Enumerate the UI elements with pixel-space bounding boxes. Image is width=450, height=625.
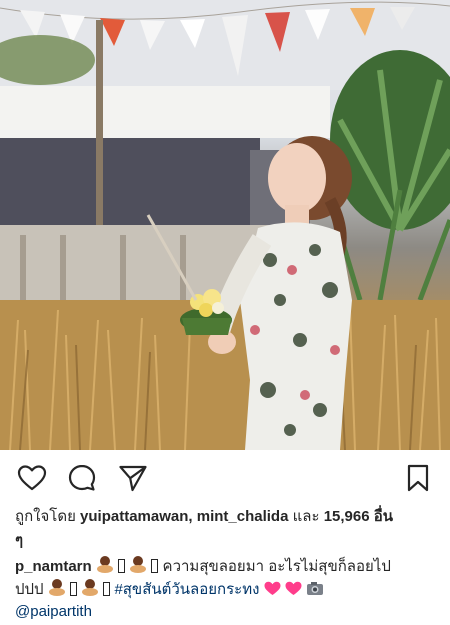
likes-summary: ถูกใจโดย yuipattamawan, mint_chalida และ… (15, 505, 440, 553)
post-caption: p_namtarn ความสุขลอยมา อะไรไม่สุขก็ลอยไป… (15, 555, 440, 623)
missing-glyph-icon (69, 582, 77, 596)
pink-heart-emoji-icon (264, 581, 281, 596)
kneeling-person-emoji-icon (48, 578, 66, 596)
heart-icon[interactable] (17, 463, 47, 493)
post-photo[interactable] (0, 0, 450, 450)
liked-by-users[interactable]: yuipattamawan, mint_chalida (80, 508, 288, 525)
missing-glyph-icon (151, 559, 159, 573)
caption-mention[interactable]: @paipartith (15, 603, 92, 620)
kneeling-person-emoji-icon (81, 578, 99, 596)
caption-text-line-2: ปปป (15, 581, 44, 598)
comment-bubble-icon[interactable] (67, 463, 97, 493)
missing-glyph-icon (118, 559, 126, 573)
likes-count[interactable]: 15,966 (324, 508, 370, 525)
paper-plane-icon[interactable] (118, 463, 148, 493)
instagram-post: ถูกใจโดย yuipattamawan, mint_chalida และ… (0, 0, 450, 625)
kneeling-person-emoji-icon (129, 555, 147, 573)
loy-krathong-photo-illustration (0, 0, 450, 450)
caption-hashtag[interactable]: #สุขสันต์วันลอยกระทง (114, 581, 259, 598)
pink-heart-emoji-icon (285, 581, 302, 596)
likes-suffix[interactable]: อื่น (374, 508, 393, 525)
kneeling-person-emoji-icon (96, 555, 114, 573)
likes-suffix-wrap: ๆ (15, 532, 24, 549)
camera-emoji-icon (306, 581, 324, 596)
missing-glyph-icon (103, 582, 111, 596)
likes-conjunction: และ (292, 508, 320, 525)
likes-prefix: ถูกใจโดย (15, 508, 76, 525)
caption-username[interactable]: p_namtarn (15, 558, 92, 575)
bookmark-icon[interactable] (403, 463, 433, 493)
caption-text-line-1: ความสุขลอยมา อะไรไม่สุขก็ลอยไป (162, 558, 391, 575)
post-action-bar (0, 455, 450, 501)
